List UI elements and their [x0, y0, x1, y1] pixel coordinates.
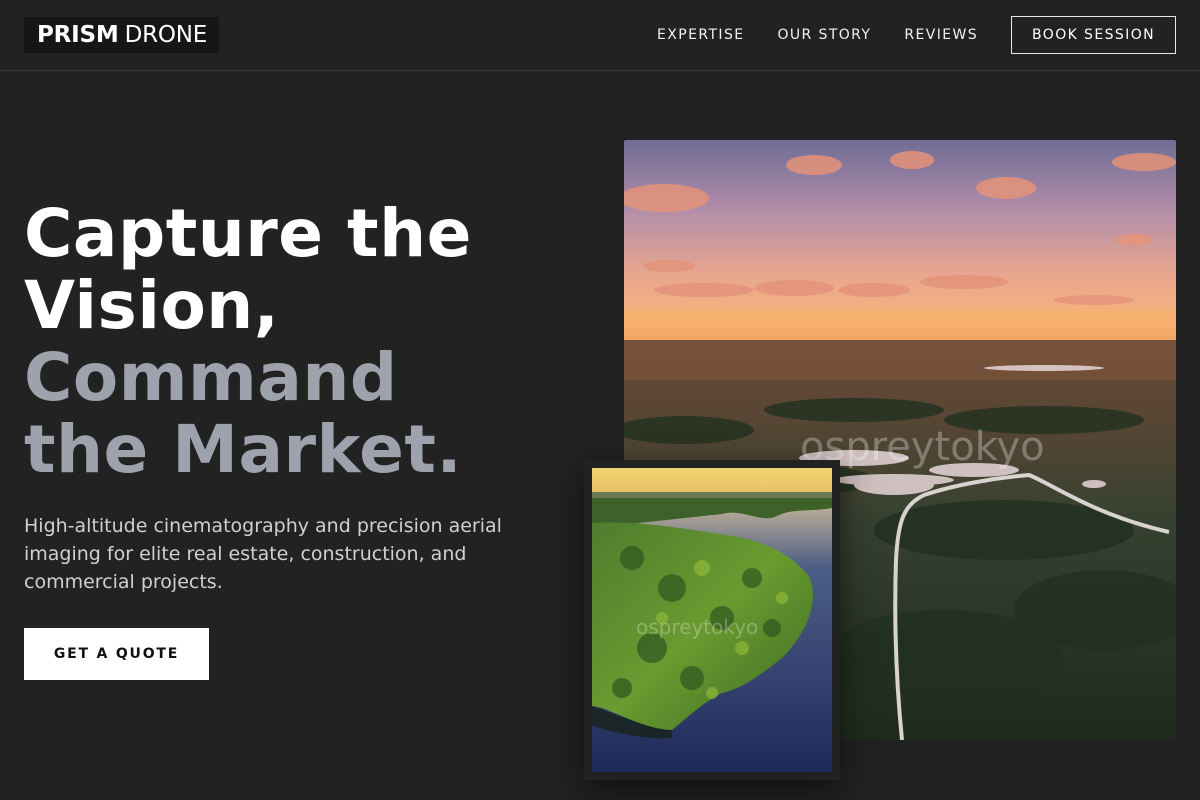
secondary-image-forest-river: ospreytokyo ospreytokyo: [592, 468, 832, 772]
nav-link-expertise[interactable]: EXPERTISE: [657, 27, 744, 43]
main-nav: EXPERTISE OUR STORY REVIEWS BOOK SESSION: [657, 16, 1176, 54]
brand-logo[interactable]: PRISM DRONE: [24, 17, 220, 53]
headline-line-4: the Market.: [24, 411, 463, 488]
forest-river-illustration: ospreytokyo: [592, 468, 832, 772]
headline-line-1: Capture the: [24, 195, 472, 272]
hero-subtext: High-altitude cinematography and precisi…: [24, 515, 502, 593]
book-session-button[interactable]: BOOK SESSION: [1011, 16, 1176, 54]
nav-link-reviews[interactable]: REVIEWS: [904, 27, 978, 43]
logo-wordmark-light: DRONE: [124, 22, 208, 48]
headline-line-2: Vision,: [24, 267, 280, 344]
nav-link-our-story[interactable]: OUR STORY: [777, 27, 871, 43]
hero-headline: Capture the Vision, Command the Market.: [24, 198, 584, 486]
svg-text:ospreytokyo: ospreytokyo: [636, 615, 758, 639]
secondary-image-frame: ospreytokyo ospreytokyo: [584, 460, 840, 780]
get-quote-button[interactable]: GET A QUOTE: [24, 628, 209, 680]
logo-wordmark-bold: PRISM: [37, 22, 119, 48]
site-header: PRISM DRONE EXPERTISE OUR STORY REVIEWS …: [0, 0, 1200, 71]
headline-line-3: Command: [24, 339, 398, 416]
